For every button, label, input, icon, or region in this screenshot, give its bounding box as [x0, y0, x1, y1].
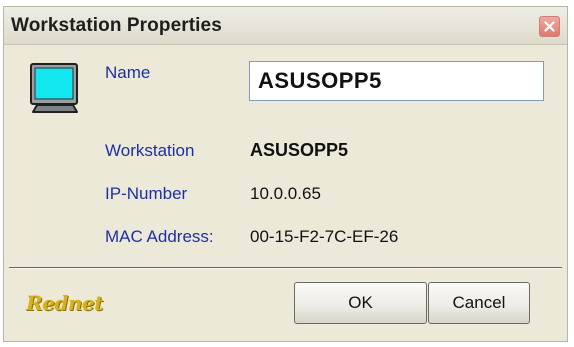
mac-address-value: 00-15-F2-7C-EF-26 — [250, 227, 399, 246]
workstation-properties-dialog: Workstation Properties Name Workstation … — [3, 6, 568, 342]
workstation-label: Workstation — [105, 141, 195, 160]
name-input[interactable] — [249, 61, 544, 101]
separator-line — [9, 267, 562, 269]
cancel-button[interactable]: Cancel — [428, 282, 530, 324]
monitor-icon — [29, 62, 81, 114]
close-button[interactable] — [539, 16, 560, 37]
rednet-logo: Rednet — [26, 291, 103, 315]
workstation-value: ASUSOPP5 — [250, 140, 349, 160]
ip-number-value: 10.0.0.65 — [250, 184, 321, 203]
mac-address-label: MAC Address: — [105, 227, 214, 246]
close-icon — [544, 21, 555, 32]
ok-button[interactable]: OK — [294, 282, 427, 324]
dialog-title: Workstation Properties — [11, 15, 222, 36]
ip-number-label: IP-Number — [105, 184, 188, 203]
name-label: Name — [105, 63, 151, 82]
title-bar[interactable]: Workstation Properties — [4, 7, 567, 45]
